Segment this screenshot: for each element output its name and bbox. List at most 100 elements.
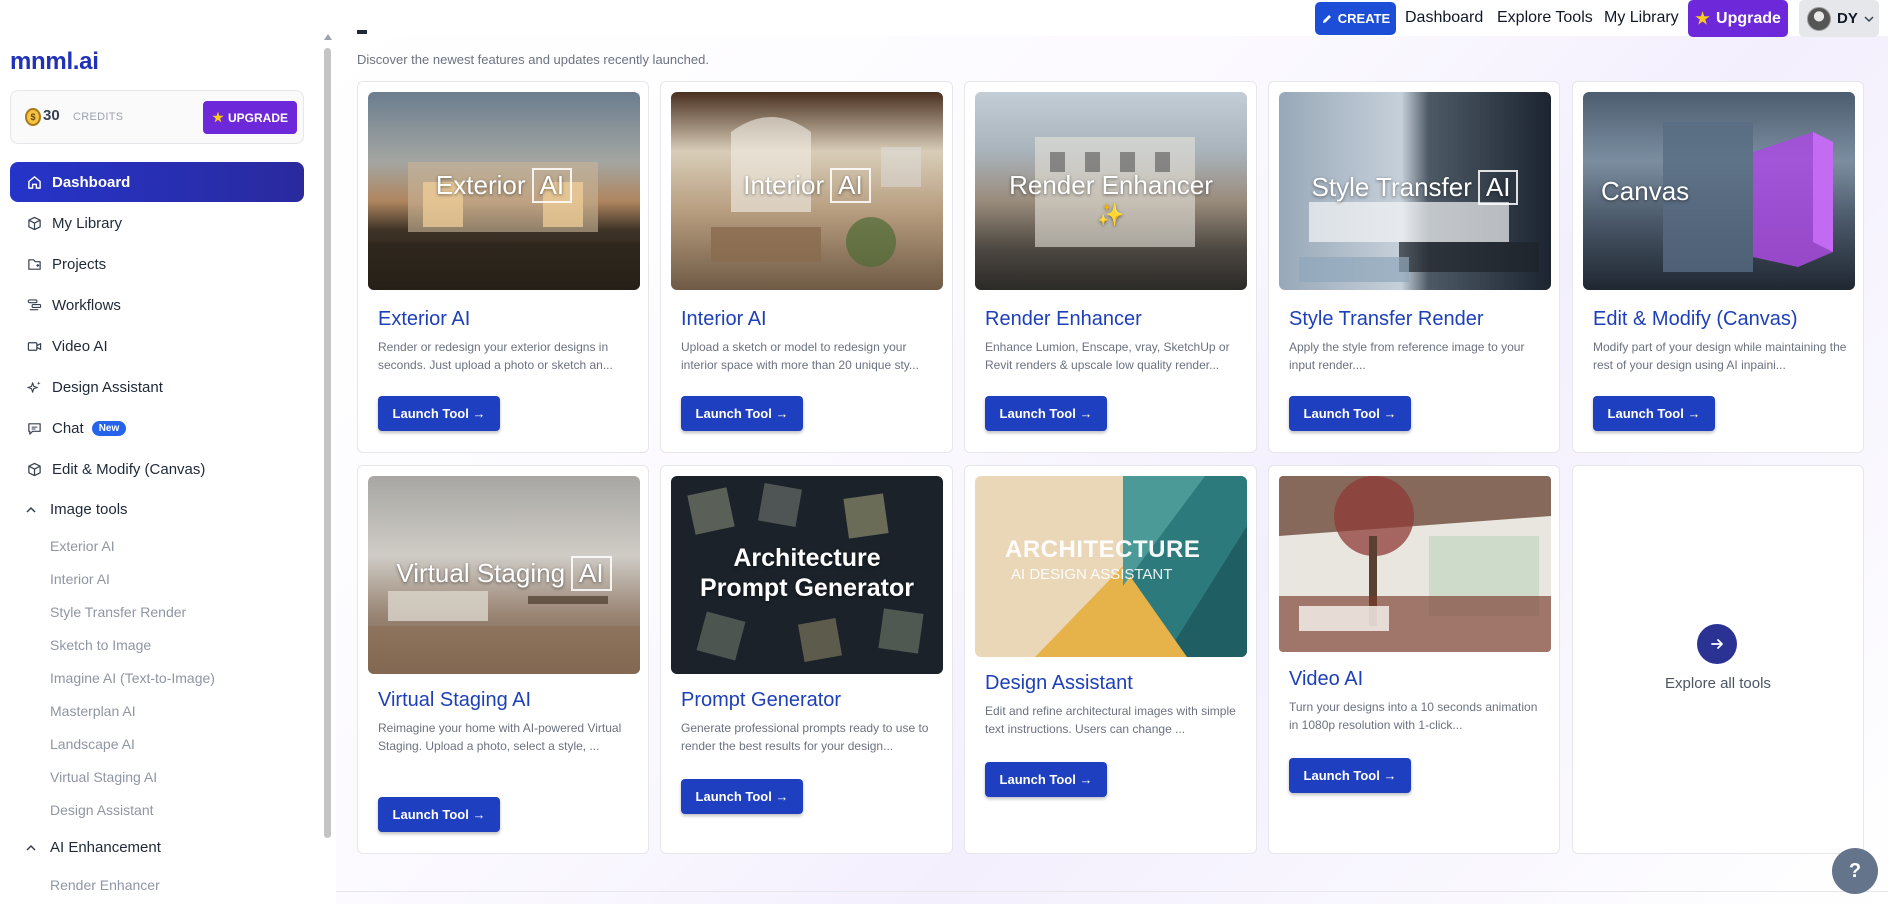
new-badge: New: [91, 420, 127, 436]
card-image: Interior AI: [671, 92, 943, 290]
divider: [336, 891, 1888, 892]
tool-card-interior-ai[interactable]: Interior AI Interior AI Upload a sketch o…: [660, 81, 953, 453]
explore-all-tools-card[interactable]: Explore all tools: [1572, 465, 1864, 854]
launch-tool-button[interactable]: Launch Tool →: [681, 396, 803, 431]
subitem-landscape-ai[interactable]: Landscape AI: [50, 736, 135, 752]
video-icon: [26, 338, 42, 354]
cube-icon: [26, 215, 42, 231]
sidebar-upgrade-label: UPGRADE: [227, 110, 288, 125]
card-image-text: Virtual Staging: [396, 558, 566, 588]
tool-card-style-transfer[interactable]: Style Transfer AI Style Transfer Render A…: [1268, 81, 1560, 453]
card-description: Upload a sketch or model to redesign you…: [681, 340, 919, 372]
sidebar-item-label: My Library: [52, 214, 123, 232]
tool-card-virtual-staging[interactable]: Virtual Staging AI Virtual Staging AI Rei…: [357, 465, 649, 854]
card-description: Generate professional prompts ready to u…: [681, 721, 929, 753]
sidebar-scrollbar[interactable]: [324, 48, 331, 838]
sidebar-item-workflows[interactable]: Workflows: [10, 285, 304, 325]
credits-label: CREDITS: [73, 111, 124, 123]
ai-box: AI: [571, 556, 612, 591]
card-title[interactable]: Exterior AI: [378, 308, 470, 331]
card-title[interactable]: Render Enhancer: [985, 308, 1142, 331]
subitem-sketch-to-image[interactable]: Sketch to Image: [50, 637, 151, 653]
section-image-tools[interactable]: Image tools: [26, 501, 128, 518]
card-description: Apply the style from reference image to …: [1289, 340, 1525, 372]
subitem-imagine-ai[interactable]: Imagine AI (Text-to-Image): [50, 670, 215, 686]
page-subheading: Discover the newest features and updates…: [357, 52, 709, 67]
sidebar-item-label: Edit & Modify (Canvas): [52, 460, 206, 478]
launch-tool-button[interactable]: Launch Tool →: [1289, 758, 1411, 793]
launch-tool-button[interactable]: Launch Tool →: [985, 762, 1107, 797]
tool-card-prompt-generator[interactable]: Architecture Prompt Generator Prompt Gen…: [660, 465, 953, 854]
sidebar-item-projects[interactable]: Projects: [10, 244, 304, 284]
sparkles-icon: [26, 379, 42, 395]
subitem-render-enhancer[interactable]: Render Enhancer: [50, 877, 160, 893]
card-description: Modify part of your design while maintai…: [1593, 340, 1847, 372]
card-title[interactable]: Interior AI: [681, 308, 767, 331]
nav-link-my-library[interactable]: My Library: [1604, 9, 1679, 27]
sidebar-item-design-assistant[interactable]: Design Assistant: [10, 367, 304, 407]
chevron-up-icon: [26, 844, 36, 851]
card-description: Turn your designs into a 10 seconds anim…: [1289, 700, 1538, 732]
card-image: ARCHITECTURE AI DESIGN ASSISTANT: [975, 476, 1247, 657]
subitem-interior-ai[interactable]: Interior AI: [50, 571, 110, 587]
home-icon: [26, 174, 42, 190]
user-menu[interactable]: DY: [1799, 0, 1879, 37]
folder-icon: [26, 256, 42, 272]
sidebar-upgrade-button[interactable]: UPGRADE: [203, 101, 297, 134]
launch-tool-button[interactable]: Launch Tool →: [1593, 396, 1715, 431]
launch-tool-button[interactable]: Launch Tool →: [378, 396, 500, 431]
explore-all-tools-label[interactable]: Explore all tools: [1573, 675, 1863, 692]
card-title[interactable]: Style Transfer Render: [1289, 308, 1484, 331]
star-icon: [212, 111, 224, 123]
launch-tool-button[interactable]: Launch Tool →: [1289, 396, 1411, 431]
card-title[interactable]: Design Assistant: [985, 672, 1133, 695]
card-image: Style Transfer AI: [1279, 92, 1551, 290]
launch-tool-button[interactable]: Launch Tool →: [985, 396, 1107, 431]
section-ai-enhancement[interactable]: AI Enhancement: [26, 839, 161, 856]
sidebar-item-video-ai[interactable]: Video AI: [10, 326, 304, 366]
tool-card-render-enhancer[interactable]: Render Enhancer ✨ Render Enhancer Enhanc…: [964, 81, 1257, 453]
chevron-down-icon: [1864, 15, 1874, 22]
sidebar-item-dashboard[interactable]: Dashboard: [10, 162, 304, 202]
card-image-text: Exterior: [435, 170, 526, 200]
subitem-masterplan-ai[interactable]: Masterplan AI: [50, 703, 136, 719]
tool-card-canvas[interactable]: Canvas Edit & Modify (Canvas) Modify par…: [1572, 81, 1864, 453]
help-button[interactable]: ?: [1832, 848, 1878, 894]
launch-tool-button[interactable]: Launch Tool →: [378, 797, 500, 832]
sparkle-icon: ✨: [1097, 202, 1125, 227]
star-icon: [1695, 11, 1710, 25]
tool-card-exterior-ai[interactable]: Exterior AI Exterior AI Render or redesig…: [357, 81, 649, 453]
nav-link-explore-tools[interactable]: Explore Tools: [1497, 9, 1593, 27]
card-title[interactable]: Virtual Staging AI: [378, 689, 531, 712]
upgrade-button[interactable]: Upgrade: [1688, 0, 1788, 37]
subitem-design-assistant[interactable]: Design Assistant: [50, 802, 154, 818]
card-title[interactable]: Edit & Modify (Canvas): [1593, 308, 1798, 331]
card-image-text-line2: AI DESIGN ASSISTANT: [1011, 566, 1173, 583]
card-image: Render Enhancer ✨: [975, 92, 1247, 290]
subitem-style-transfer[interactable]: Style Transfer Render: [50, 604, 186, 620]
subitem-exterior-ai[interactable]: Exterior AI: [50, 538, 115, 554]
sidebar-item-label: Chat: [52, 419, 84, 437]
page-heading-clipped: [357, 30, 367, 34]
sidebar-item-label: Video AI: [52, 337, 108, 355]
scroll-up-arrow[interactable]: [324, 34, 332, 40]
subitem-virtual-staging[interactable]: Virtual Staging AI: [50, 769, 157, 785]
nav-link-dashboard[interactable]: Dashboard: [1405, 9, 1483, 27]
card-title[interactable]: Prompt Generator: [681, 689, 841, 712]
tool-card-video-ai[interactable]: Video AI Turn your designs into a 10 sec…: [1268, 465, 1560, 854]
sidebar-item-my-library[interactable]: My Library: [10, 203, 304, 243]
coin-icon: $: [25, 108, 41, 126]
launch-tool-button[interactable]: Launch Tool →: [681, 779, 803, 814]
workflow-icon: [26, 297, 42, 313]
section-label: AI Enhancement: [50, 839, 161, 856]
card-image: [1279, 476, 1551, 652]
sidebar-item-edit-modify[interactable]: Edit & Modify (Canvas): [10, 449, 304, 489]
card-image: Exterior AI: [368, 92, 640, 290]
card-title[interactable]: Video AI: [1289, 668, 1363, 691]
card-image-text: Interior: [743, 170, 825, 200]
create-button[interactable]: CREATE: [1315, 2, 1396, 35]
tool-card-design-assistant[interactable]: ARCHITECTURE AI DESIGN ASSISTANT Design …: [964, 465, 1257, 854]
sidebar-item-chat[interactable]: Chat New: [10, 408, 304, 448]
logo[interactable]: mnml.ai: [10, 48, 99, 76]
arrow-right-icon[interactable]: [1697, 624, 1737, 664]
